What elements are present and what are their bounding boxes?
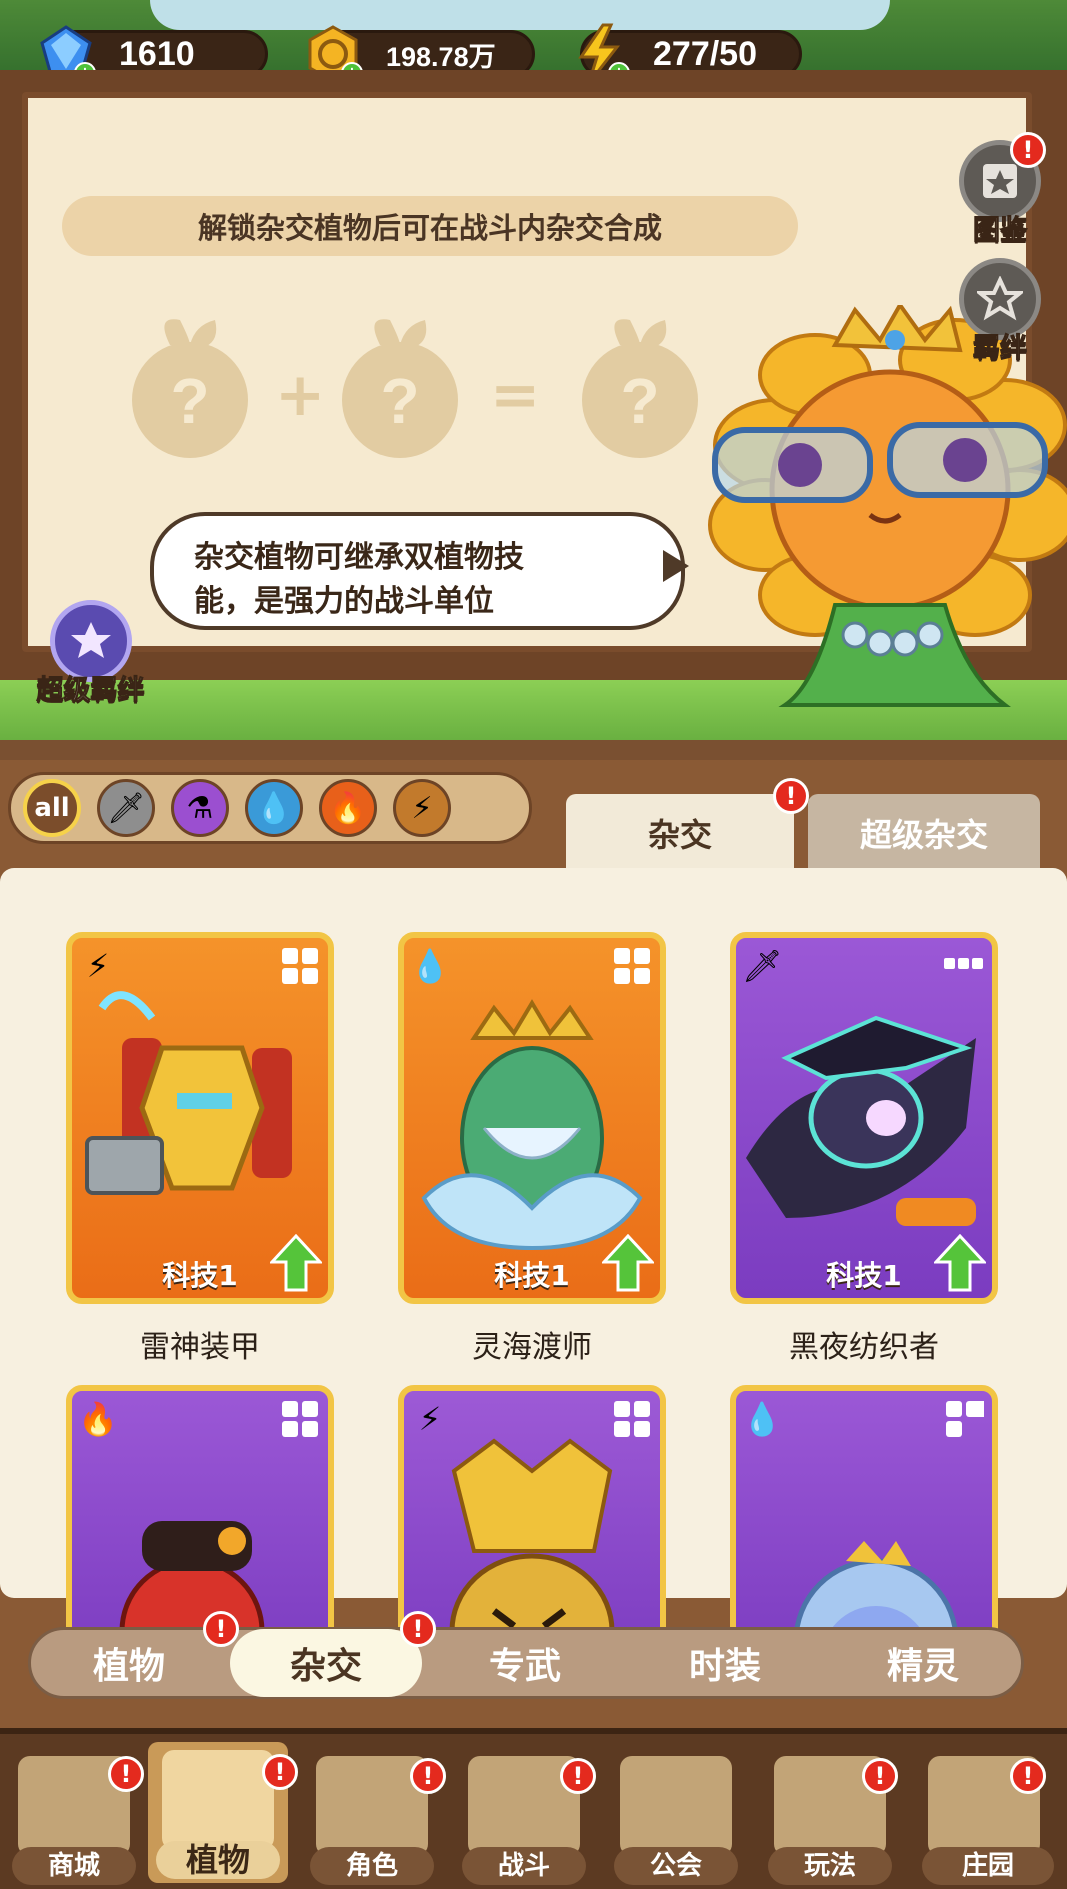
tab-super-hybrid[interactable]: 超级杂交 <box>808 794 1040 872</box>
card-sea-ferryman[interactable]: 💧 科技1 <box>398 932 666 1304</box>
element-filter-bar: all 🗡 ⚗ 💧 🔥 ⚡ <box>8 772 532 844</box>
tab-hybrid[interactable]: 杂交 <box>566 794 794 872</box>
nav-guild-label: 公会 <box>614 1847 738 1885</box>
super-bond-label: 超级羁绊 <box>36 675 145 707</box>
nav-gameplay-label: 玩法 <box>768 1847 892 1885</box>
energy-value: 277/50 <box>653 34 757 73</box>
sunflower-mascot <box>708 305 1067 707</box>
filter-fire-icon[interactable]: 🔥 <box>319 779 377 837</box>
tab-hybrid-badge: ! <box>773 778 809 814</box>
nav-guild[interactable]: 公会 <box>606 1748 746 1889</box>
nav-manor-badge: ! <box>1010 1758 1046 1794</box>
subnav-plants[interactable]: 植物 <box>40 1629 218 1697</box>
filter-potion-icon[interactable]: ⚗ <box>171 779 229 837</box>
filter-lightning-icon[interactable]: ⚡ <box>393 779 451 837</box>
svg-text:+: + <box>275 360 325 430</box>
filter-water-icon[interactable]: 💧 <box>245 779 303 837</box>
gem-value: 1610 <box>119 34 195 73</box>
card-name: 雷神装甲 <box>140 1330 260 1365</box>
card-name: 灵海渡师 <box>472 1330 592 1365</box>
subnav-hybrid[interactable]: 杂交 <box>230 1629 422 1697</box>
svg-text:?: ? <box>170 365 209 437</box>
plants-icon <box>162 1750 274 1850</box>
unlock-banner: 解锁杂交植物后可在战斗内杂交合成 <box>62 196 798 256</box>
coin-value: 198.78万 <box>386 41 496 72</box>
guild-icon <box>620 1756 732 1856</box>
night-weaver-art <box>746 1015 976 1226</box>
upgrade-arrow-icon[interactable] <box>270 1234 322 1292</box>
svg-text:=: = <box>490 360 540 430</box>
nav-character-label: 角色 <box>310 1847 434 1885</box>
filter-sword-icon[interactable]: 🗡 <box>97 779 155 837</box>
hint-line-2: 能，是强力的战斗单位 <box>194 584 494 619</box>
hint-line-1: 杂交植物可继承双植物技 <box>194 540 524 575</box>
nav-character-badge: ! <box>410 1758 446 1794</box>
codex-label: 图鉴 <box>973 215 1028 247</box>
subnav-spirit[interactable]: 精灵 <box>828 1629 1018 1697</box>
hybrid-equation-illustration: + = ??? <box>132 319 698 458</box>
bond-label: 羁绊 <box>973 333 1028 365</box>
upgrade-arrow-icon[interactable] <box>934 1234 986 1292</box>
nav-plants-label: 植物 <box>156 1841 280 1879</box>
svg-text:?: ? <box>620 365 659 437</box>
card-night-weaver[interactable]: 🗡 科技1 <box>730 932 998 1304</box>
card-name: 黑夜纺织者 <box>789 1330 939 1365</box>
hint-speech-bubble: 杂交植物可继承双植物技 能，是强力的战斗单位 <box>150 512 689 630</box>
upgrade-arrow-icon[interactable] <box>602 1234 654 1292</box>
nav-battle-badge: ! <box>560 1758 596 1794</box>
codex-badge: ! <box>1010 132 1046 168</box>
nav-gameplay-badge: ! <box>862 1758 898 1794</box>
svg-text:?: ? <box>380 365 419 437</box>
card-thunder-armor[interactable]: ⚡ 科技1 <box>66 932 334 1304</box>
filter-all[interactable]: all <box>23 779 81 837</box>
nav-shop-badge: ! <box>108 1756 144 1792</box>
sea-ferryman-art <box>421 999 643 1251</box>
nav-shop-label: 商城 <box>12 1847 136 1885</box>
subnav-exclusive-weapon[interactable]: 专武 <box>430 1629 620 1697</box>
nav-plants-badge: ! <box>262 1754 298 1790</box>
nav-manor-label: 庄园 <box>922 1847 1054 1885</box>
bond-button[interactable]: 羁绊 <box>955 258 1045 365</box>
subnav-plants-badge: ! <box>203 1611 239 1647</box>
thunder-armor-art <box>85 991 292 1195</box>
subnav-costume[interactable]: 时装 <box>630 1629 820 1697</box>
super-bond-button[interactable]: 超级羁绊 <box>28 600 153 707</box>
nav-battle-label: 战斗 <box>462 1847 586 1885</box>
